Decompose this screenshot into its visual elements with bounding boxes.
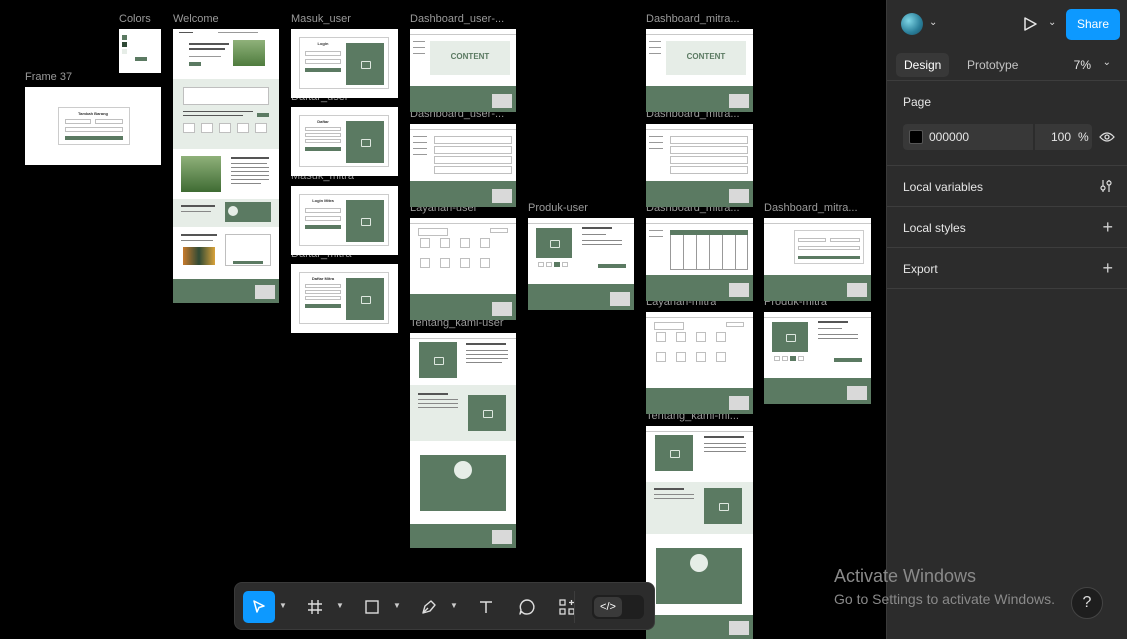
cursor-icon [253, 600, 265, 613]
local-styles-label: Local styles [903, 221, 966, 235]
pen-tool-button[interactable] [413, 591, 445, 623]
frame-masuk-mitra[interactable]: Login Mitra [291, 186, 398, 255]
export-section[interactable]: Export + [887, 248, 1127, 289]
frame-daftar-user[interactable]: Daftar [291, 107, 398, 176]
shape-tool-chevron-icon[interactable]: ▼ [393, 601, 401, 610]
frame-dashboard-mitra-3[interactable] [646, 218, 753, 301]
add-export-plus-icon[interactable]: + [1102, 259, 1113, 277]
rectangle-icon [365, 600, 379, 614]
zoom-level[interactable]: 7% [1074, 53, 1091, 77]
comment-tool-button[interactable] [511, 591, 543, 623]
dev-mode-code-icon: </> [594, 597, 622, 617]
frame-label-dashboard-mitra-4[interactable]: Dashboard_mitra... [764, 202, 871, 214]
masuk-mitra-title: Login Mitra [312, 198, 334, 203]
avatar-chevron-down-icon[interactable]: ⌄ [929, 17, 937, 28]
frame-produk-mitra[interactable] [764, 312, 871, 404]
present-play-icon[interactable] [1021, 15, 1039, 33]
masuk-user-title: Login [317, 41, 329, 46]
dashboard-mitra-content-text: CONTENT [686, 52, 726, 61]
page-background-fill[interactable]: 000000 100 % [903, 124, 1092, 150]
zoom-chevron-down-icon[interactable]: ⌄ [1103, 57, 1111, 68]
frame-dashboard-mitra-1[interactable]: CONTENT [646, 29, 753, 112]
frame-label-colors[interactable]: Colors [119, 13, 151, 25]
frame-label-frame37[interactable]: Frame 37 [25, 71, 72, 83]
activate-windows-title: Activate Windows [834, 566, 977, 586]
frame-icon [308, 600, 322, 614]
present-chevron-down-icon[interactable]: ⌄ [1048, 17, 1056, 28]
local-variables-section[interactable]: Local variables [887, 166, 1127, 207]
frame-dashboard-user-2[interactable] [410, 124, 516, 207]
opacity-percent-label: % [1078, 130, 1089, 144]
variables-adjust-icon[interactable] [1099, 179, 1113, 193]
export-label: Export [903, 262, 938, 276]
panel-tabs: Design Prototype 7% ⌄ [887, 48, 1127, 81]
frame-label-masuk-user[interactable]: Masuk_user [291, 13, 351, 25]
frame37-title: Tambah Barang [78, 111, 108, 116]
frame-produk-user[interactable] [528, 218, 634, 310]
eye-icon[interactable] [1099, 131, 1115, 143]
panel-header: ⌄ ⌄ Share [887, 0, 1127, 48]
background-color-swatch[interactable] [909, 130, 923, 144]
frame-label-dashboard-mitra-1[interactable]: Dashboard_mitra... [646, 13, 753, 25]
pen-icon [422, 600, 436, 614]
frame-dashboard-user-1[interactable]: CONTENT [410, 29, 516, 112]
shape-tool-button[interactable] [356, 591, 388, 623]
help-button[interactable]: ? [1071, 587, 1103, 619]
local-styles-section[interactable]: Local styles + [887, 207, 1127, 248]
pen-tool-chevron-icon[interactable]: ▼ [450, 601, 458, 610]
frame-colors[interactable] [119, 29, 161, 73]
comment-icon [519, 599, 535, 615]
design-canvas[interactable]: Colors Welcome Frame 37 Masuk_user Dafta… [0, 0, 886, 639]
frame-dashboard-mitra-2[interactable] [646, 124, 753, 207]
page-section: Page 000000 100 % [887, 81, 1127, 166]
daftar-mitra-title: Daftar Mitra [311, 276, 335, 281]
frame-layanan-mitra[interactable] [646, 312, 753, 414]
text-icon [480, 601, 492, 613]
actions-tool-button[interactable] [551, 591, 583, 623]
frame-masuk-user[interactable]: Login [291, 29, 398, 98]
bottom-toolbar: ▼ ▼ ▼ ▼ </> [234, 582, 655, 630]
background-opacity[interactable]: 100 [1051, 130, 1071, 144]
avatar[interactable] [901, 13, 923, 35]
dashboard-user-content-text: CONTENT [450, 52, 490, 61]
frame-tool-button[interactable] [299, 591, 331, 623]
frame-label-produk-user[interactable]: Produk-user [528, 202, 588, 214]
share-button[interactable]: Share [1066, 9, 1120, 40]
dev-mode-toggle[interactable]: </> [592, 595, 644, 619]
frame-label-dashboard-user-1[interactable]: Dashboard_user-... [410, 13, 516, 25]
frame-dashboard-mitra-4[interactable] [764, 218, 871, 301]
local-variables-label: Local variables [903, 180, 984, 194]
properties-panel: ⌄ ⌄ Share Design Prototype 7% ⌄ Page 000… [886, 0, 1127, 639]
frame-37[interactable]: Tambah Barang [25, 87, 161, 165]
activate-windows-subtitle: Go to Settings to activate Windows. [834, 591, 1055, 607]
tab-prototype[interactable]: Prototype [959, 53, 1026, 77]
frame-welcome[interactable] [173, 29, 279, 303]
toolbar-divider [574, 591, 575, 623]
text-tool-button[interactable] [470, 591, 502, 623]
move-tool-button[interactable] [243, 591, 275, 623]
page-section-title: Page [903, 95, 932, 109]
frame-label-welcome[interactable]: Welcome [173, 13, 219, 25]
frame-daftar-mitra[interactable]: Daftar Mitra [291, 264, 398, 333]
background-color-hex[interactable]: 000000 [929, 130, 969, 144]
add-style-plus-icon[interactable]: + [1102, 218, 1113, 236]
frame-layanan-user[interactable] [410, 218, 516, 320]
frame-tentang-user[interactable] [410, 333, 516, 548]
move-tool-chevron-icon[interactable]: ▼ [279, 601, 287, 610]
frame-tentang-mitra[interactable] [646, 426, 753, 639]
tab-design[interactable]: Design [896, 53, 950, 77]
frame-tool-chevron-icon[interactable]: ▼ [336, 601, 344, 610]
daftar-user-title: Daftar [317, 119, 329, 124]
